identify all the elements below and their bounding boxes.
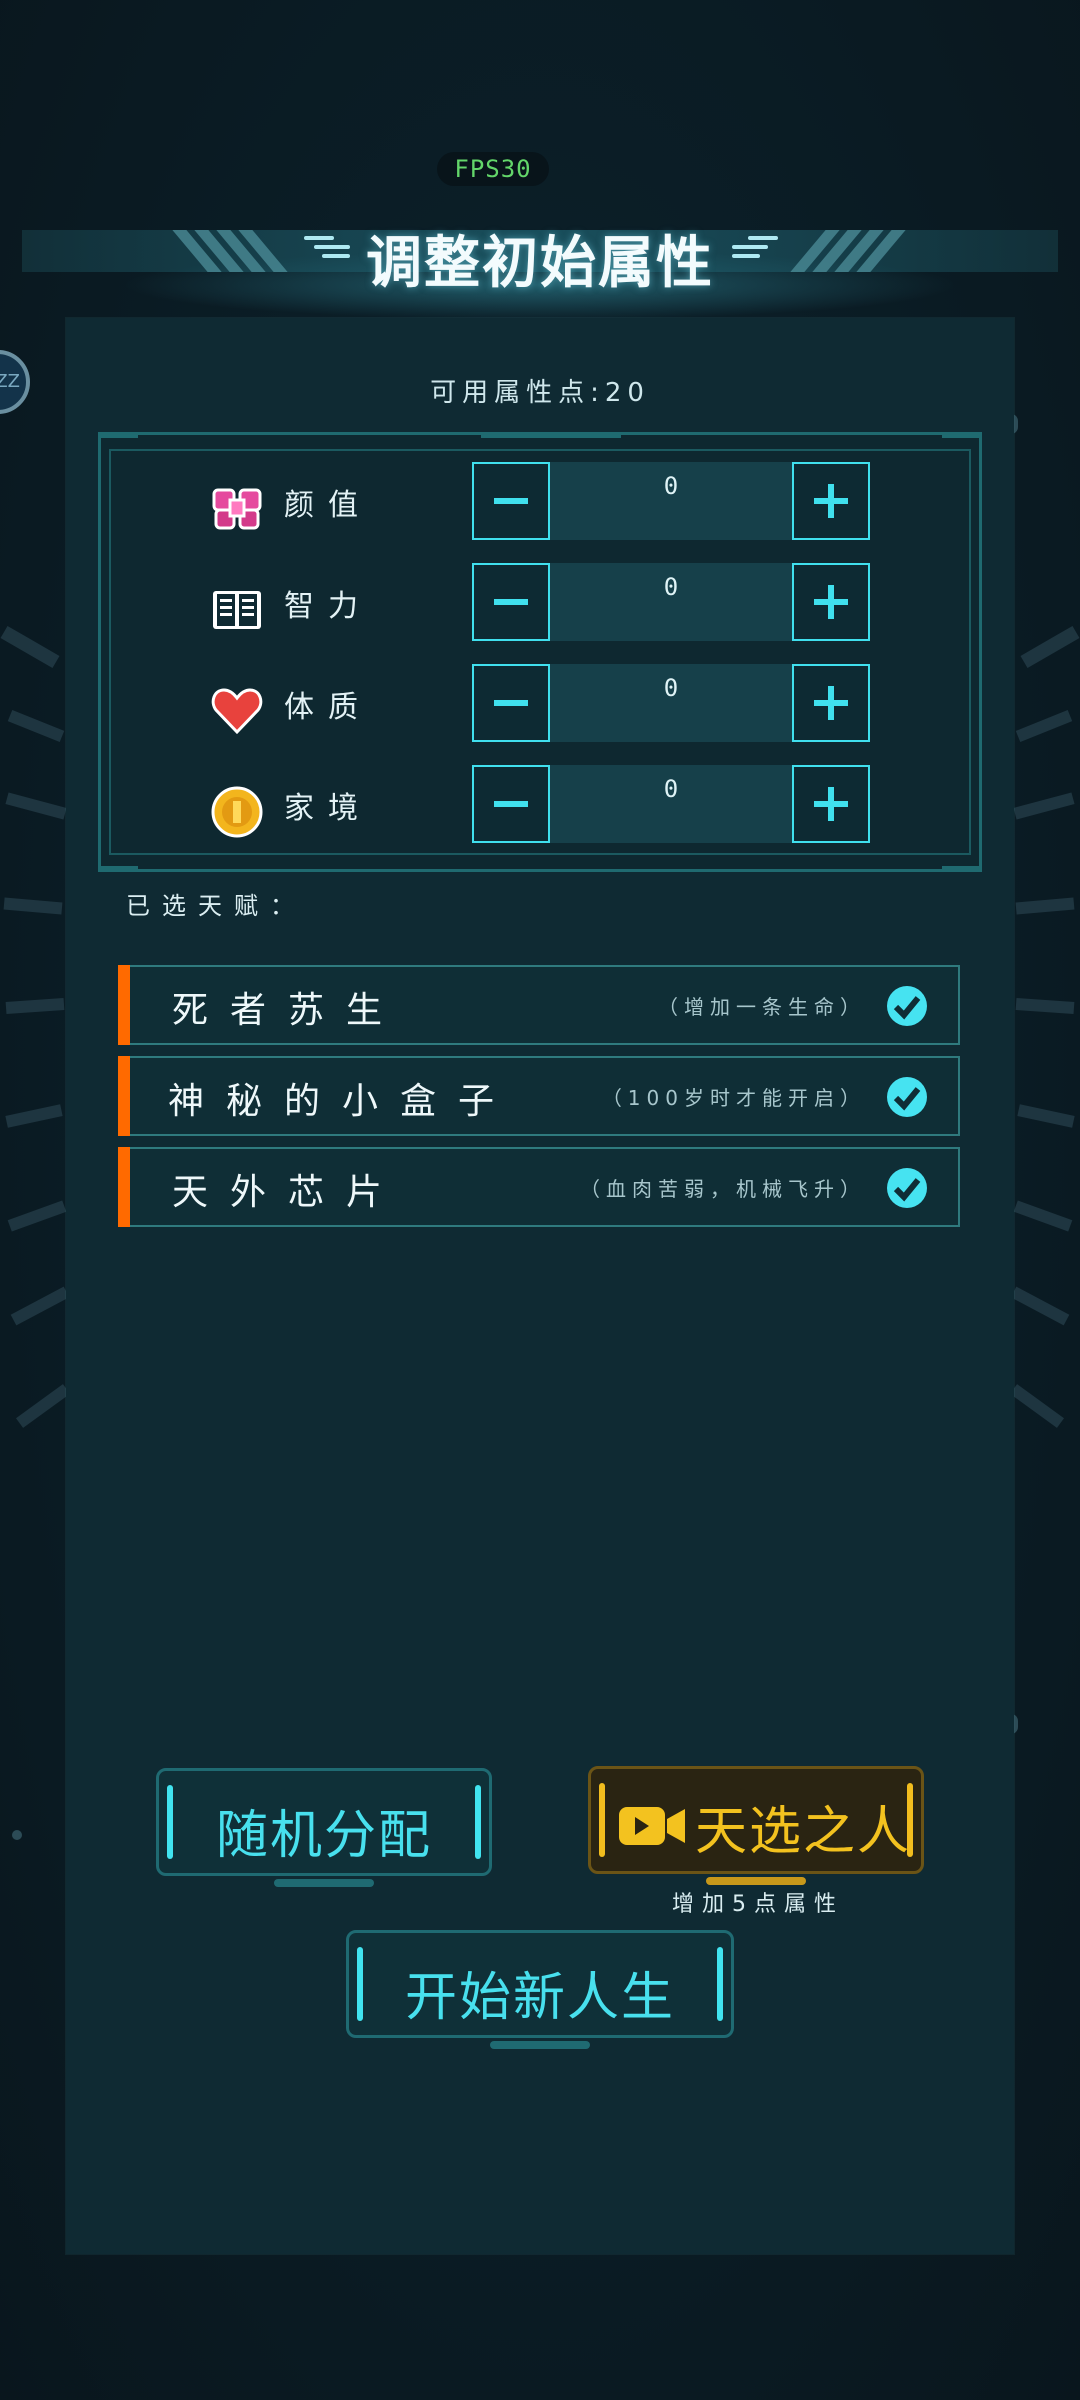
talent-item[interactable]: 死者苏生 （增加一条生命） [118,965,960,1045]
page-title: 调整初始属性 [366,231,714,296]
attribute-value: 0 [663,674,679,702]
attribute-label: 颜值 [284,488,372,523]
video-camera-icon [619,1807,685,1845]
increment-button[interactable] [792,765,870,843]
check-icon [887,986,927,1026]
increment-button[interactable] [792,563,870,641]
decrement-button[interactable] [472,462,550,540]
available-points: 可用属性点:20 [430,378,650,408]
selected-talents-heading: 已选天赋： [126,892,306,920]
side-ray [1010,1384,1064,1428]
attribute-value: 0 [663,472,679,500]
attribute-label: 智力 [284,589,372,624]
start-new-life-button[interactable]: 开始新人生 [346,1930,734,2049]
talent-item[interactable]: 神秘的小盒子 （100岁时才能开启） [118,1056,960,1136]
bow-icon [212,488,262,530]
side-ray [5,1104,63,1128]
attribute-row-appearance: 颜值 0 [0,462,1080,540]
talent-description: （100岁时才能开启） [601,1086,866,1110]
screen: FPS30 ZZ 调整初始属性 可用属性点:20 颜值 0 智力 0 体质 0 … [0,0,1080,2400]
increment-button[interactable] [792,664,870,742]
attribute-row-constitution: 体质 0 [0,664,1080,742]
chosen-one-subtitle: 增加5点属性 [672,1892,844,1917]
attribute-row-intelligence: 智力 0 [0,563,1080,641]
side-dot [12,1830,22,1840]
check-icon [887,1077,927,1117]
attribute-label: 家境 [284,791,372,826]
talent-description: （增加一条生命） [658,995,866,1019]
random-allocate-label: 随机分配 [215,1806,432,1866]
attribute-value: 0 [663,775,679,803]
talent-accent-bar [118,1147,130,1227]
decrement-button[interactable] [472,664,550,742]
talent-item[interactable]: 天外芯片 （血肉苦弱，机械飞升） [118,1147,960,1227]
attribute-value: 0 [663,573,679,601]
side-ray [7,1200,67,1232]
side-ray [1015,897,1075,915]
attribute-label: 体质 [284,690,372,725]
random-allocate-button[interactable]: 随机分配 [156,1768,492,1887]
side-ray [5,997,65,1015]
fps-counter: FPS30 [437,152,549,186]
side-ray [16,1384,70,1428]
side-ray [1010,1286,1070,1326]
chosen-one-button[interactable]: 天选之人 [588,1766,924,1885]
talent-name: 死者苏生 [172,990,405,1031]
side-ray [1013,1200,1073,1232]
decrement-button[interactable] [472,765,550,843]
talent-name: 天外芯片 [172,1172,405,1213]
heart-icon [211,688,263,735]
side-ray [3,897,63,915]
chosen-one-label: 天选之人 [695,1802,912,1862]
side-ray [1017,1104,1075,1128]
decrement-button[interactable] [472,563,550,641]
increment-button[interactable] [792,462,870,540]
talent-description: （血肉苦弱，机械飞升） [580,1177,866,1201]
side-ray [10,1286,70,1326]
coin-icon [211,786,263,838]
book-icon [213,591,261,629]
start-new-life-label: 开始新人生 [404,1968,675,2028]
attribute-row-wealth: 家境 0 [0,765,1080,843]
talent-name: 神秘的小盒子 [168,1081,517,1122]
talent-accent-bar [118,1056,130,1136]
check-icon [887,1168,927,1208]
talent-accent-bar [118,965,130,1045]
side-ray [1015,997,1075,1015]
